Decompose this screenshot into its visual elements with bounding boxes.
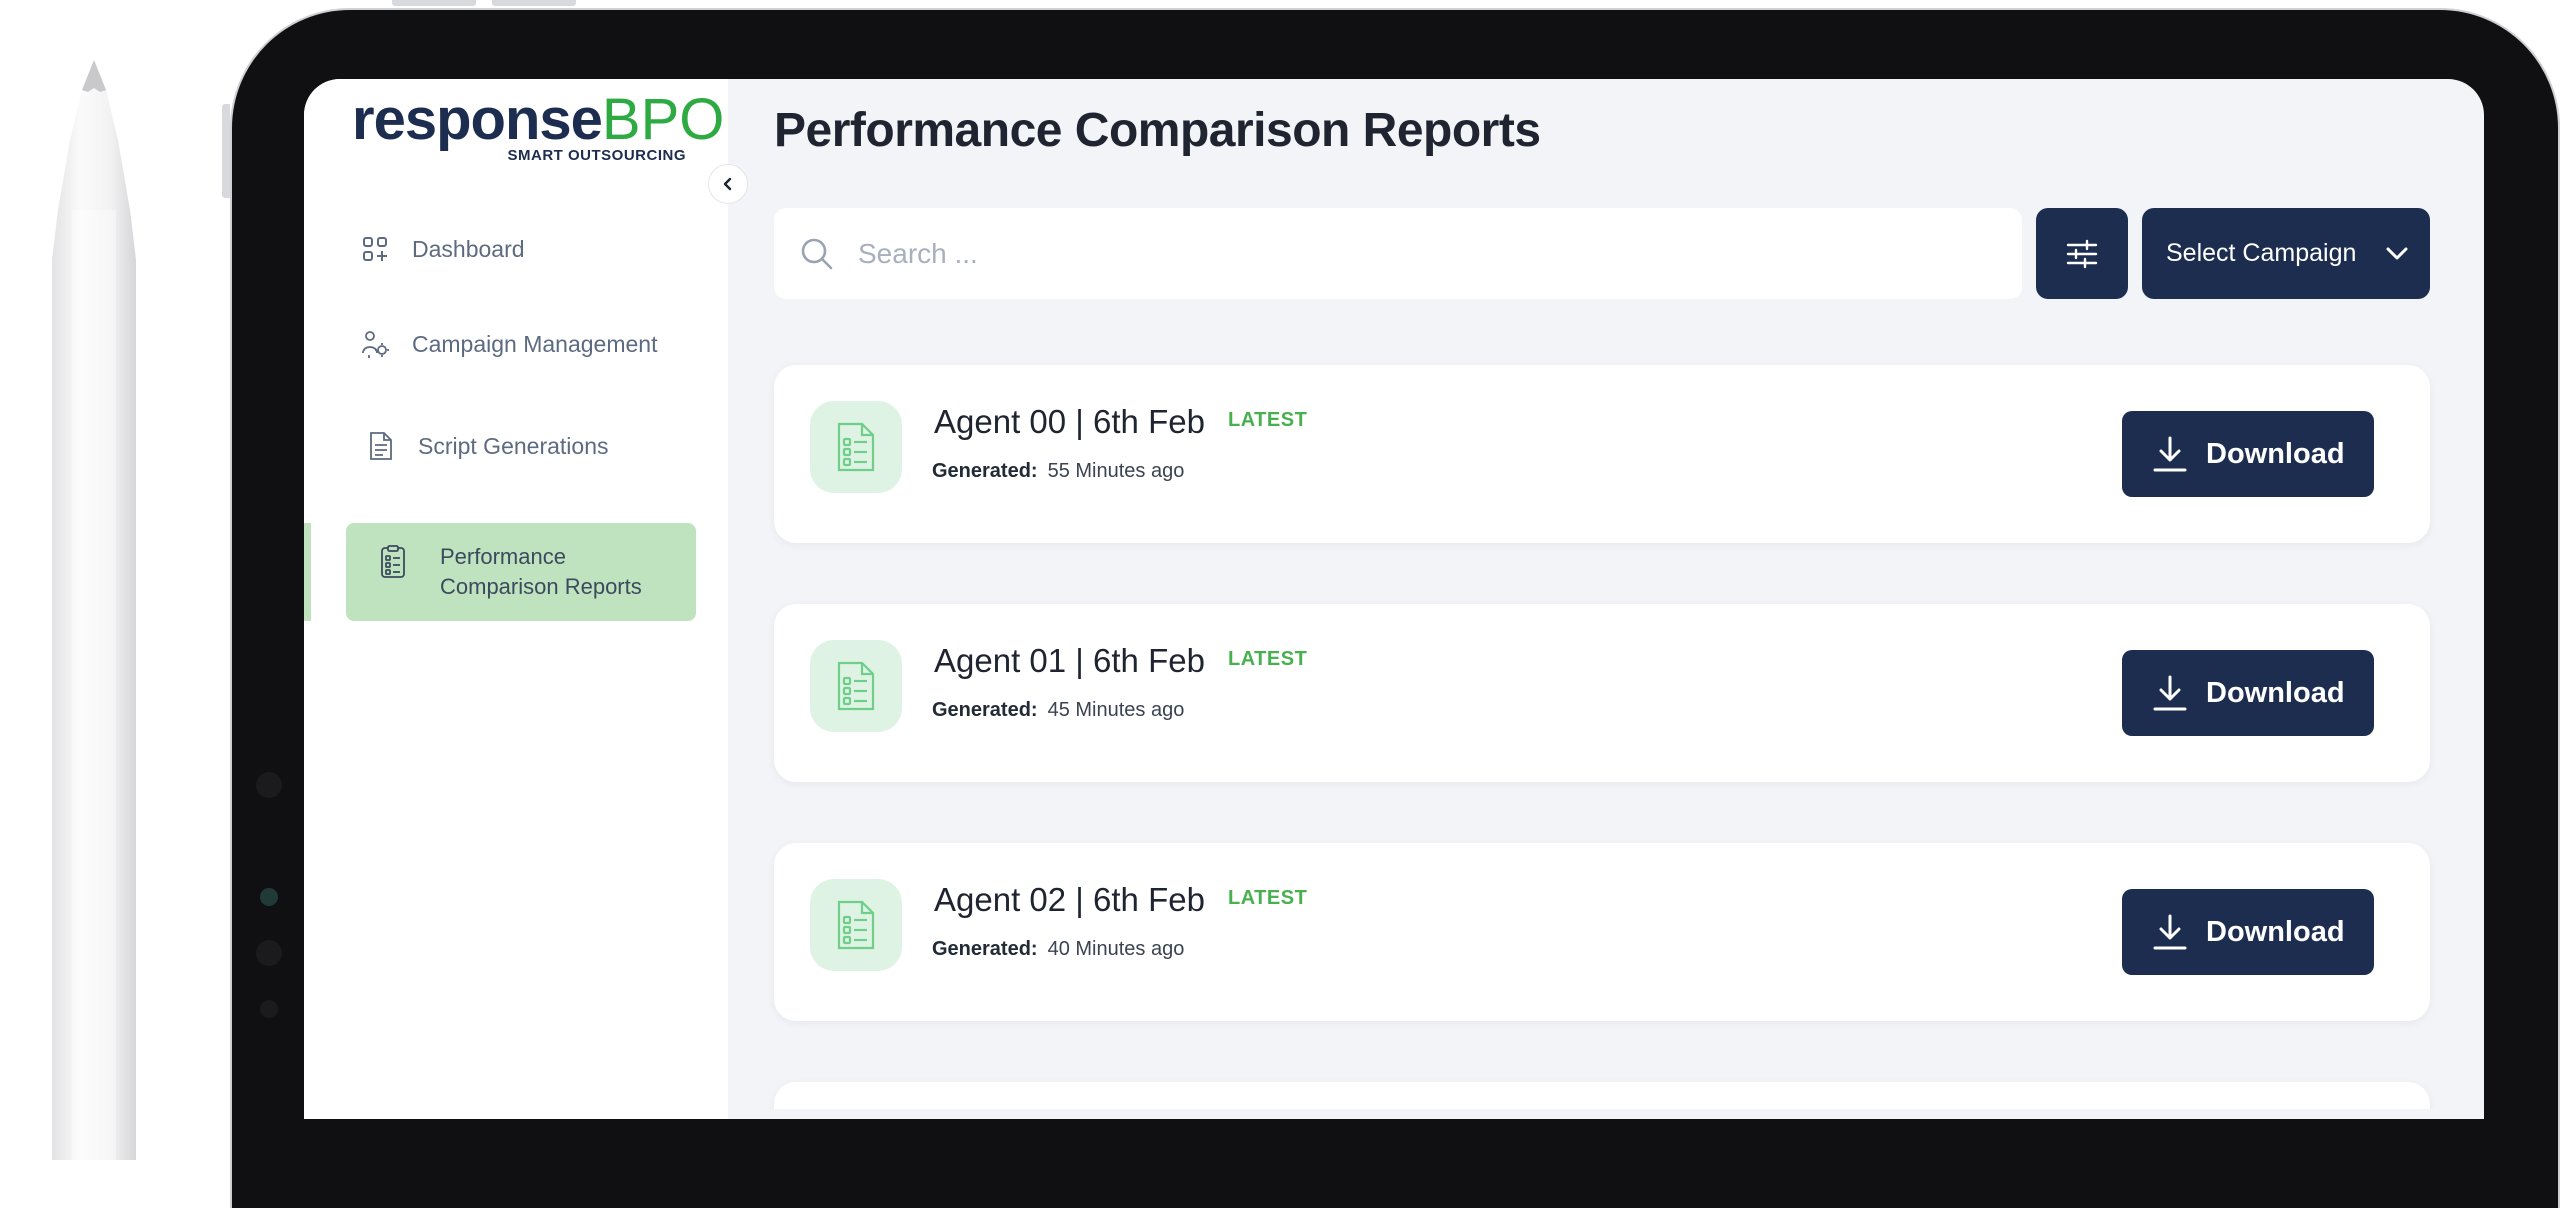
report-document-icon	[810, 640, 902, 732]
download-icon	[2152, 913, 2188, 951]
tablet-button	[492, 0, 576, 6]
sensor-icon	[260, 1000, 278, 1018]
report-card: Agent 01 | 6th Feb LATEST Generated: 45 …	[774, 604, 2430, 782]
search-bar[interactable]	[774, 208, 2022, 299]
page-title: Performance Comparison Reports	[774, 104, 1541, 157]
sensor-icon	[260, 888, 278, 906]
generated-time: 40 Minutes ago	[1047, 938, 1185, 960]
download-button[interactable]: Download	[2122, 889, 2374, 975]
report-document-icon	[810, 401, 902, 493]
filter-button[interactable]	[2036, 208, 2128, 299]
generated-label: Generated:	[932, 460, 1038, 482]
report-card: Agent 00 | 6th Feb LATEST Generated: 55 …	[774, 365, 2430, 543]
download-icon	[2152, 674, 2188, 712]
download-button[interactable]: Download	[2122, 650, 2374, 736]
generated-info: Generated: 40 Minutes ago	[932, 938, 1184, 961]
download-label: Download	[2206, 437, 2345, 470]
sliders-icon	[2066, 239, 2098, 268]
chevron-down-icon	[2386, 247, 2408, 260]
latest-badge: LATEST	[1228, 648, 1308, 670]
latest-badge: LATEST	[1228, 409, 1308, 431]
main-content: Performance Comparison Reports Select Ca…	[304, 79, 2484, 1109]
download-icon	[2152, 435, 2188, 473]
camera-icon	[256, 940, 282, 966]
report-card: Agent 02 | 6th Feb LATEST Generated: 40 …	[774, 843, 2430, 1021]
campaign-select-label: Select Campaign	[2166, 239, 2357, 267]
download-label: Download	[2206, 915, 2345, 948]
campaign-select-dropdown[interactable]: Select Campaign	[2142, 208, 2430, 299]
camera-icon	[256, 772, 282, 798]
generated-time: 55 Minutes ago	[1047, 460, 1185, 482]
generated-time: 45 Minutes ago	[1047, 699, 1185, 721]
download-button[interactable]: Download	[2122, 411, 2374, 497]
download-label: Download	[2206, 676, 2345, 709]
report-title: Agent 01 | 6th Feb	[934, 642, 1205, 679]
report-document-icon	[810, 879, 902, 971]
generated-label: Generated:	[932, 938, 1038, 960]
stylus-image	[52, 60, 136, 1160]
report-card	[774, 1082, 2430, 1109]
report-title: Agent 00 | 6th Feb	[934, 403, 1205, 440]
search-input[interactable]	[856, 236, 1956, 271]
collapse-sidebar-button[interactable]	[708, 164, 748, 204]
generated-label: Generated:	[932, 699, 1038, 721]
generated-info: Generated: 55 Minutes ago	[932, 460, 1184, 483]
chevron-left-icon	[723, 177, 732, 191]
latest-badge: LATEST	[1228, 887, 1308, 909]
tablet-side-button	[222, 104, 230, 198]
tablet-button	[392, 0, 476, 6]
generated-info: Generated: 45 Minutes ago	[932, 699, 1184, 722]
search-icon	[801, 238, 833, 269]
report-title: Agent 02 | 6th Feb	[934, 881, 1205, 918]
